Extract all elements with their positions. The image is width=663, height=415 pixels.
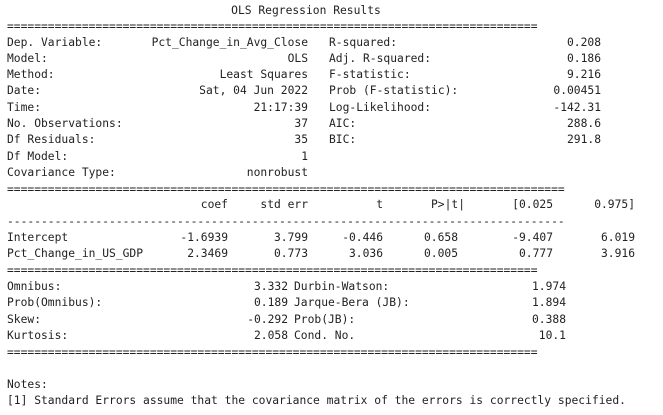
- col-coef: coef: [200, 198, 228, 211]
- row-intercept-ci-upper: 6.019: [600, 231, 635, 244]
- prob-jb-value: 0.388: [531, 313, 566, 326]
- row-intercept-t: -0.446: [342, 231, 383, 244]
- jarque-bera-label: Jarque-Bera (JB):: [294, 296, 410, 309]
- adj-r-squared-value: 0.186: [566, 52, 601, 65]
- prob-f-value: 0.00451: [553, 84, 601, 97]
- r-squared-label: R-squared:: [329, 36, 398, 49]
- aic-label: AIC:: [329, 117, 357, 130]
- kurtosis-value: 2.058: [253, 329, 288, 342]
- adj-r-squared-label: Adj. R-squared:: [329, 52, 432, 65]
- df-model-value: 1: [301, 150, 308, 163]
- row-intercept-p: 0.658: [423, 231, 458, 244]
- row-intercept-coef: -1.6939: [180, 231, 228, 244]
- model-value: OLS: [287, 52, 308, 65]
- double-rule-bottom: ========================================…: [7, 346, 538, 359]
- log-likelihood-value: -142.31: [553, 101, 601, 114]
- double-rule-diagnostics-top: ========================================…: [7, 264, 538, 277]
- date-label: Date:: [7, 84, 42, 97]
- prob-jb-label: Prob(JB):: [294, 313, 356, 326]
- r-squared-value: 0.208: [566, 36, 601, 49]
- ols-summary: OLS Regression Results =================…: [0, 0, 663, 415]
- note-standard-errors: [1] Standard Errors assume that the cova…: [7, 394, 626, 407]
- df-model-label: Df Model:: [7, 150, 69, 163]
- col-ci-upper: 0.975]: [594, 198, 635, 211]
- prob-omnibus-label: Prob(Omnibus):: [7, 296, 103, 309]
- row-gdp-ci-lower: 0.777: [518, 247, 553, 260]
- skew-label: Skew:: [7, 313, 42, 326]
- col-std-err: std err: [260, 198, 308, 211]
- model-label: Model:: [7, 52, 48, 65]
- row-intercept-ci-lower: -9.407: [512, 231, 553, 244]
- time-value: 21:17:39: [253, 101, 308, 114]
- row-intercept-std-err: 3.799: [273, 231, 308, 244]
- row-gdp-ci-upper: 3.916: [600, 247, 635, 260]
- f-statistic-label: F-statistic:: [329, 68, 411, 81]
- prob-omnibus-value: 0.189: [253, 296, 288, 309]
- kurtosis-label: Kurtosis:: [7, 329, 69, 342]
- row-gdp-std-err: 0.773: [273, 247, 308, 260]
- row-gdp-p: 0.005: [423, 247, 458, 260]
- df-residuals-value: 35: [294, 133, 308, 146]
- log-likelihood-label: Log-Likelihood:: [329, 101, 432, 114]
- covariance-type-value: nonrobust: [246, 166, 308, 179]
- double-rule-coef-top: ========================================…: [7, 183, 565, 196]
- dep-variable-label: Dep. Variable:: [7, 36, 103, 49]
- jarque-bera-value: 1.894: [531, 296, 566, 309]
- df-residuals-label: Df Residuals:: [7, 133, 96, 146]
- cond-no-label: Cond. No.: [294, 329, 356, 342]
- notes-heading: Notes:: [7, 378, 48, 391]
- omnibus-label: Omnibus:: [7, 280, 62, 293]
- col-p-value: P>|t|: [430, 198, 465, 211]
- covariance-type-label: Covariance Type:: [7, 166, 116, 179]
- bic-label: BIC:: [329, 133, 357, 146]
- bic-value: 291.8: [566, 133, 601, 146]
- observations-value: 37: [294, 117, 308, 130]
- row-intercept-name: Intercept: [7, 231, 69, 244]
- observations-label: No. Observations:: [7, 117, 123, 130]
- durbin-watson-value: 1.974: [531, 280, 566, 293]
- dep-variable-value: Pct_Change_in_Avg_Close: [151, 36, 308, 49]
- cond-no-value: 10.1: [538, 329, 566, 342]
- method-value: Least Squares: [219, 68, 308, 81]
- double-rule-top: ========================================…: [7, 20, 538, 33]
- prob-f-label: Prob (F-statistic):: [329, 84, 459, 97]
- col-t: t: [376, 198, 383, 211]
- summary-title: OLS Regression Results: [231, 4, 381, 17]
- aic-value: 288.6: [566, 117, 601, 130]
- col-ci-lower: [0.025: [512, 198, 553, 211]
- durbin-watson-label: Durbin-Watson:: [294, 280, 390, 293]
- row-gdp-coef: 2.3469: [187, 247, 228, 260]
- omnibus-value: 3.332: [253, 280, 288, 293]
- time-label: Time:: [7, 101, 42, 114]
- method-label: Method:: [7, 68, 55, 81]
- date-value: Sat, 04 Jun 2022: [199, 84, 308, 97]
- dashed-rule-coef: ----------------------------------------…: [7, 215, 565, 228]
- row-gdp-name: Pct_Change_in_US_GDP: [7, 247, 144, 260]
- row-gdp-t: 3.036: [348, 247, 383, 260]
- skew-value: -0.292: [247, 313, 288, 326]
- f-statistic-value: 9.216: [566, 68, 601, 81]
